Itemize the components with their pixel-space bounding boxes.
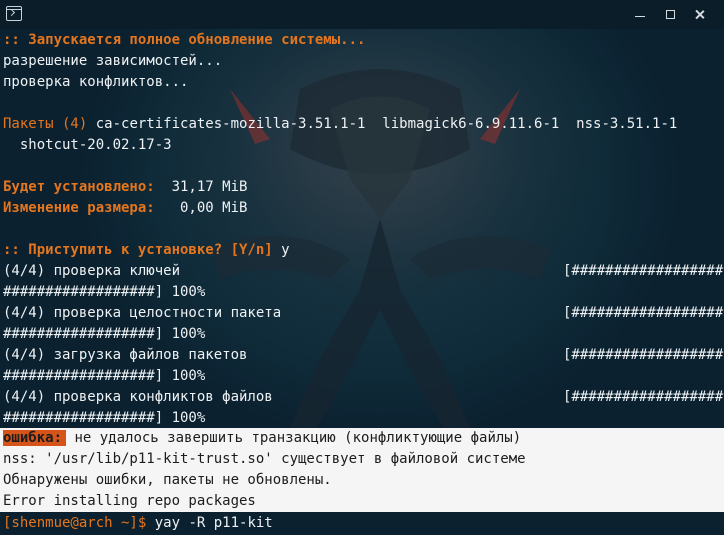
close-button[interactable]: [688, 4, 712, 24]
minimize-icon: [635, 16, 645, 17]
resolve-deps-line: разрешение зависимостей...: [3, 53, 223, 69]
packages-line: Пакеты (4) ca-certificates-mozilla-3.51.…: [3, 114, 677, 135]
confirm-answer: y: [272, 242, 290, 258]
progress-bar-file-conflicts-end: ##################] 100%: [3, 410, 206, 426]
error-block: ошибка: не удалось завершить транзакцию …: [0, 428, 724, 512]
error-tag: ошибка:: [3, 430, 67, 446]
minimize-button[interactable]: [628, 4, 652, 24]
install-size-value: 31,17 MiB: [154, 179, 248, 195]
error-repo-line: Error installing repo packages: [3, 493, 256, 509]
terminal-window: :: Запускается полное обновление системы…: [0, 0, 724, 535]
maximize-button[interactable]: [658, 4, 682, 24]
maximize-icon: [666, 10, 675, 19]
close-icon: [693, 6, 707, 22]
terminal-icon: [6, 6, 22, 21]
terminal-output[interactable]: :: Запускается полное обновление системы…: [0, 30, 724, 535]
progress-bar-keys-end: ##################] 100%: [3, 284, 206, 300]
progress-label-file-conflicts: (4/4) проверка конфликтов файлов: [3, 389, 273, 405]
confirm-prompt: :: Приступить к установке? [Y/n]: [3, 242, 273, 258]
command-line[interactable]: [shenmue@arch ~]$ yay -R p11-kit: [3, 513, 273, 534]
packages-label: Пакеты (4): [3, 116, 88, 132]
progress-bar-load-end: ##################] 100%: [3, 368, 206, 384]
progress-bar-keys-start: [##################: [563, 263, 724, 279]
progress-bar-file-conflicts-start: [##################: [563, 389, 724, 405]
install-size-label: Будет установлено:: [3, 179, 155, 195]
confirm-line: :: Приступить к установке? [Y/n] y: [3, 240, 290, 261]
progress-label-load: (4/4) загрузка файлов пакетов: [3, 347, 248, 363]
titlebar: [0, 0, 724, 29]
resize-value: 0,00 MiB: [154, 200, 248, 216]
error-found-line: Обнаружены ошибки, пакеты не обновлены.: [3, 472, 332, 488]
command-input[interactable]: yay -R p11-kit: [146, 515, 273, 531]
resize-label: Изменение размера:: [3, 200, 155, 216]
packages-list: ca-certificates-mozilla-3.51.1-1 libmagi…: [87, 116, 678, 132]
check-conflicts-line: проверка конфликтов...: [3, 74, 189, 90]
progress-label-integrity: (4/4) проверка целостности пакета: [3, 305, 282, 321]
install-size-line: Будет установлено: 31,17 MiB: [3, 177, 247, 198]
progress-bar-integrity-start: [##################: [563, 305, 724, 321]
error-line: ошибка: не удалось завершить транзакцию …: [3, 428, 521, 449]
progress-label-keys: (4/4) проверка ключей: [3, 263, 181, 279]
progress-bar-integrity-end: ##################] 100%: [3, 326, 206, 342]
update-start-line: :: Запускается полное обновление системы…: [3, 32, 366, 48]
error-nss-line: nss: '/usr/lib/p11-kit-trust.so' существ…: [3, 451, 526, 467]
packages-line-2: shotcut-20.02.17-3: [3, 137, 172, 153]
shell-prompt: [shenmue@arch ~]$: [3, 515, 147, 531]
progress-bar-load-start: [##################: [563, 347, 724, 363]
resize-line: Изменение размера: 0,00 MiB: [3, 198, 247, 219]
error-message: не удалось завершить транзакцию (конфлик…: [66, 430, 522, 446]
